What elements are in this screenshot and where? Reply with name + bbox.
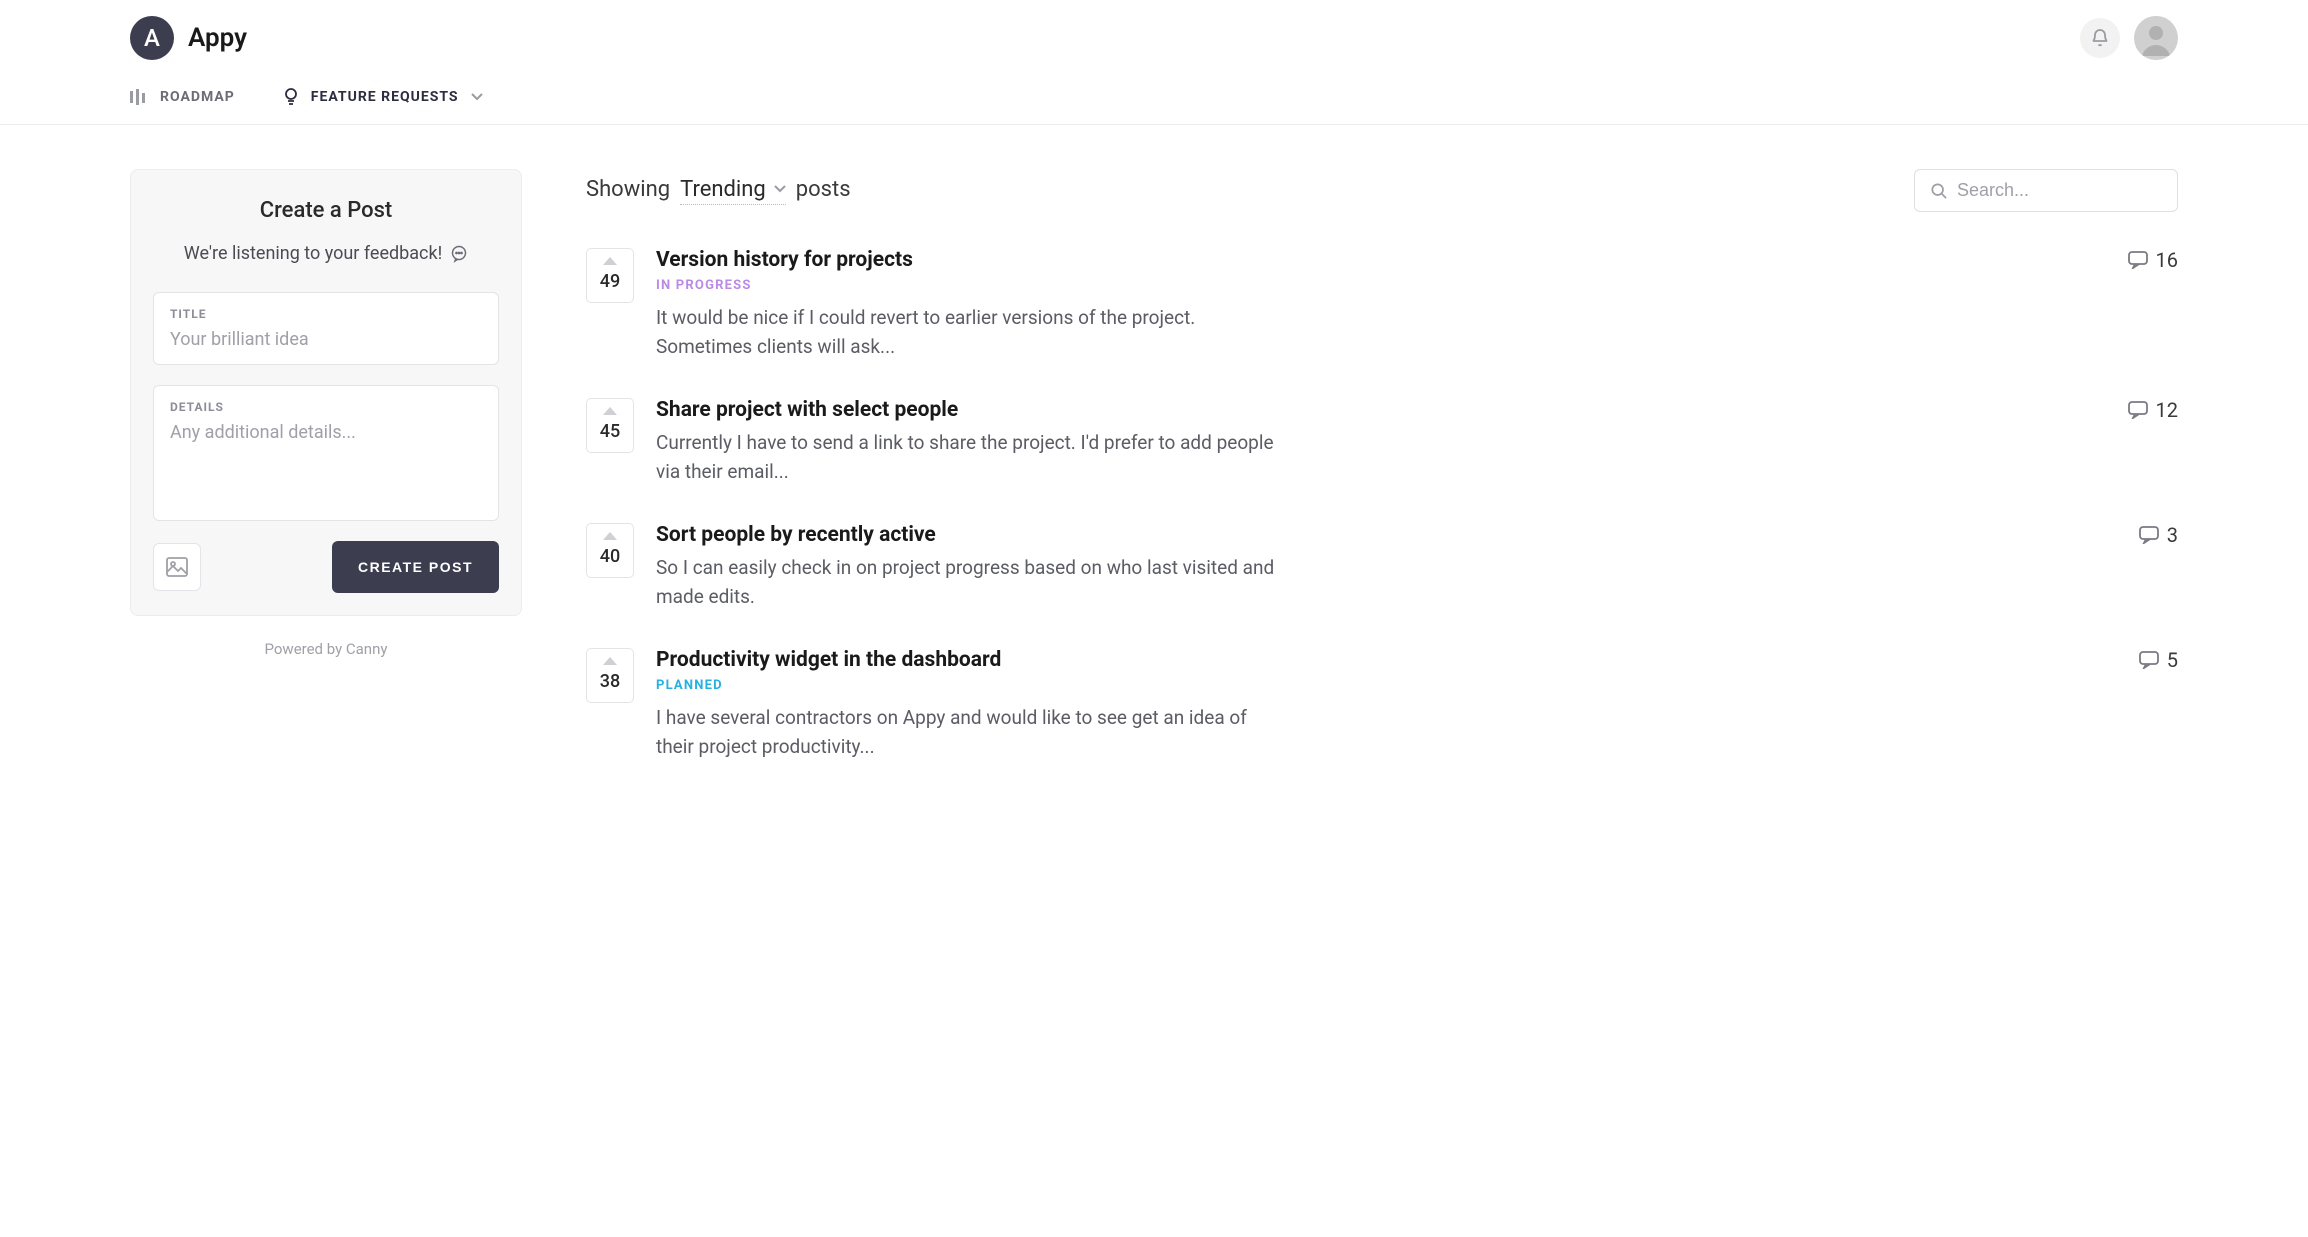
post-body: Productivity widget in the dashboard PLAN… (656, 648, 2178, 762)
bell-icon (2091, 28, 2109, 48)
vote-count: 38 (600, 671, 620, 692)
post-body: Sort people by recently active 3 So I can … (656, 523, 2178, 612)
comments-number: 5 (2167, 648, 2178, 672)
comments-count[interactable]: 3 (2139, 523, 2178, 547)
comment-icon (2128, 401, 2148, 419)
nav-feature-requests[interactable]: FEATURE REQUESTS (283, 88, 483, 106)
comment-icon (2139, 526, 2159, 544)
comments-count[interactable]: 5 (2139, 648, 2178, 672)
title-field: TITLE (153, 292, 499, 365)
comments-count[interactable]: 12 (2128, 398, 2178, 422)
vote-button[interactable]: 38 (586, 648, 634, 703)
comments-count[interactable]: 16 (2128, 248, 2178, 272)
filter-bar: Showing Trending posts (586, 177, 851, 205)
powered-by[interactable]: Powered by Canny (130, 640, 522, 658)
upvote-icon (603, 657, 617, 665)
create-post-button[interactable]: CREATE POST (332, 541, 499, 593)
post-item: 49 Version history for projects IN PROGRES… (586, 248, 2178, 362)
attach-image-button[interactable] (153, 543, 201, 591)
search-box[interactable] (1914, 169, 2178, 212)
nav-roadmap[interactable]: ROADMAP (130, 89, 235, 105)
user-avatar[interactable] (2134, 16, 2178, 60)
lightbulb-icon (283, 88, 299, 106)
post-description: So I can easily check in on project prog… (656, 553, 1276, 612)
roadmap-icon (130, 89, 148, 105)
comment-icon (2128, 251, 2148, 269)
vote-button[interactable]: 49 (586, 248, 634, 303)
sort-dropdown[interactable]: Trending (680, 177, 786, 205)
create-post-title: Create a Post (153, 198, 499, 223)
post-item: 40 Sort people by recently active 3 So I ca… (586, 523, 2178, 612)
search-input[interactable] (1957, 180, 2161, 201)
logo-letter: A (144, 24, 160, 52)
comments-number: 12 (2156, 398, 2178, 422)
vote-count: 40 (600, 546, 620, 567)
details-label: DETAILS (170, 400, 482, 414)
vote-count: 49 (600, 271, 620, 292)
avatar-placeholder-icon (2134, 16, 2178, 60)
title-label: TITLE (170, 307, 482, 321)
search-icon (1931, 182, 1947, 200)
showing-label: Showing (586, 177, 670, 202)
post-description: It would be nice if I could revert to ea… (656, 303, 1276, 362)
speech-bubble-icon (450, 245, 468, 263)
vote-button[interactable]: 40 (586, 523, 634, 578)
details-field: DETAILS (153, 385, 499, 521)
post-item: 45 Share project with select people 12 Curr… (586, 398, 2178, 487)
create-post-subtitle: We're listening to your feedback! (153, 243, 499, 264)
create-post-panel: Create a Post We're listening to your fe… (130, 169, 522, 616)
post-title[interactable]: Productivity widget in the dashboard (656, 648, 1001, 672)
upvote-icon (603, 257, 617, 265)
upvote-icon (603, 532, 617, 540)
chevron-down-icon (471, 93, 483, 101)
post-status: PLANNED (656, 678, 1001, 693)
logo-area[interactable]: A Appy (130, 16, 247, 60)
post-body: Share project with select people 12 Curren… (656, 398, 2178, 487)
vote-count: 45 (600, 421, 620, 442)
upvote-icon (603, 407, 617, 415)
app-name: Appy (188, 23, 247, 53)
post-description: Currently I have to send a link to share… (656, 428, 1276, 487)
image-icon (166, 557, 188, 577)
comments-number: 3 (2167, 523, 2178, 547)
logo-icon: A (130, 16, 174, 60)
nav-roadmap-label: ROADMAP (160, 89, 235, 105)
title-input[interactable] (170, 329, 482, 350)
post-title[interactable]: Sort people by recently active (656, 523, 936, 547)
post-body: Version history for projects IN PROGRESS 1… (656, 248, 2178, 362)
comment-icon (2139, 651, 2159, 669)
post-title[interactable]: Version history for projects (656, 248, 913, 272)
post-title[interactable]: Share project with select people (656, 398, 958, 422)
post-status: IN PROGRESS (656, 278, 913, 293)
vote-button[interactable]: 45 (586, 398, 634, 453)
post-description: I have several contractors on Appy and w… (656, 703, 1276, 762)
chevron-down-icon (774, 185, 786, 193)
comments-number: 16 (2156, 248, 2178, 272)
nav-feature-requests-label: FEATURE REQUESTS (311, 89, 459, 105)
details-input[interactable] (170, 422, 482, 502)
notifications-button[interactable] (2080, 18, 2120, 58)
sort-selected: Trending (680, 177, 766, 202)
posts-label: posts (796, 177, 851, 202)
post-item: 38 Productivity widget in the dashboard PL… (586, 648, 2178, 762)
